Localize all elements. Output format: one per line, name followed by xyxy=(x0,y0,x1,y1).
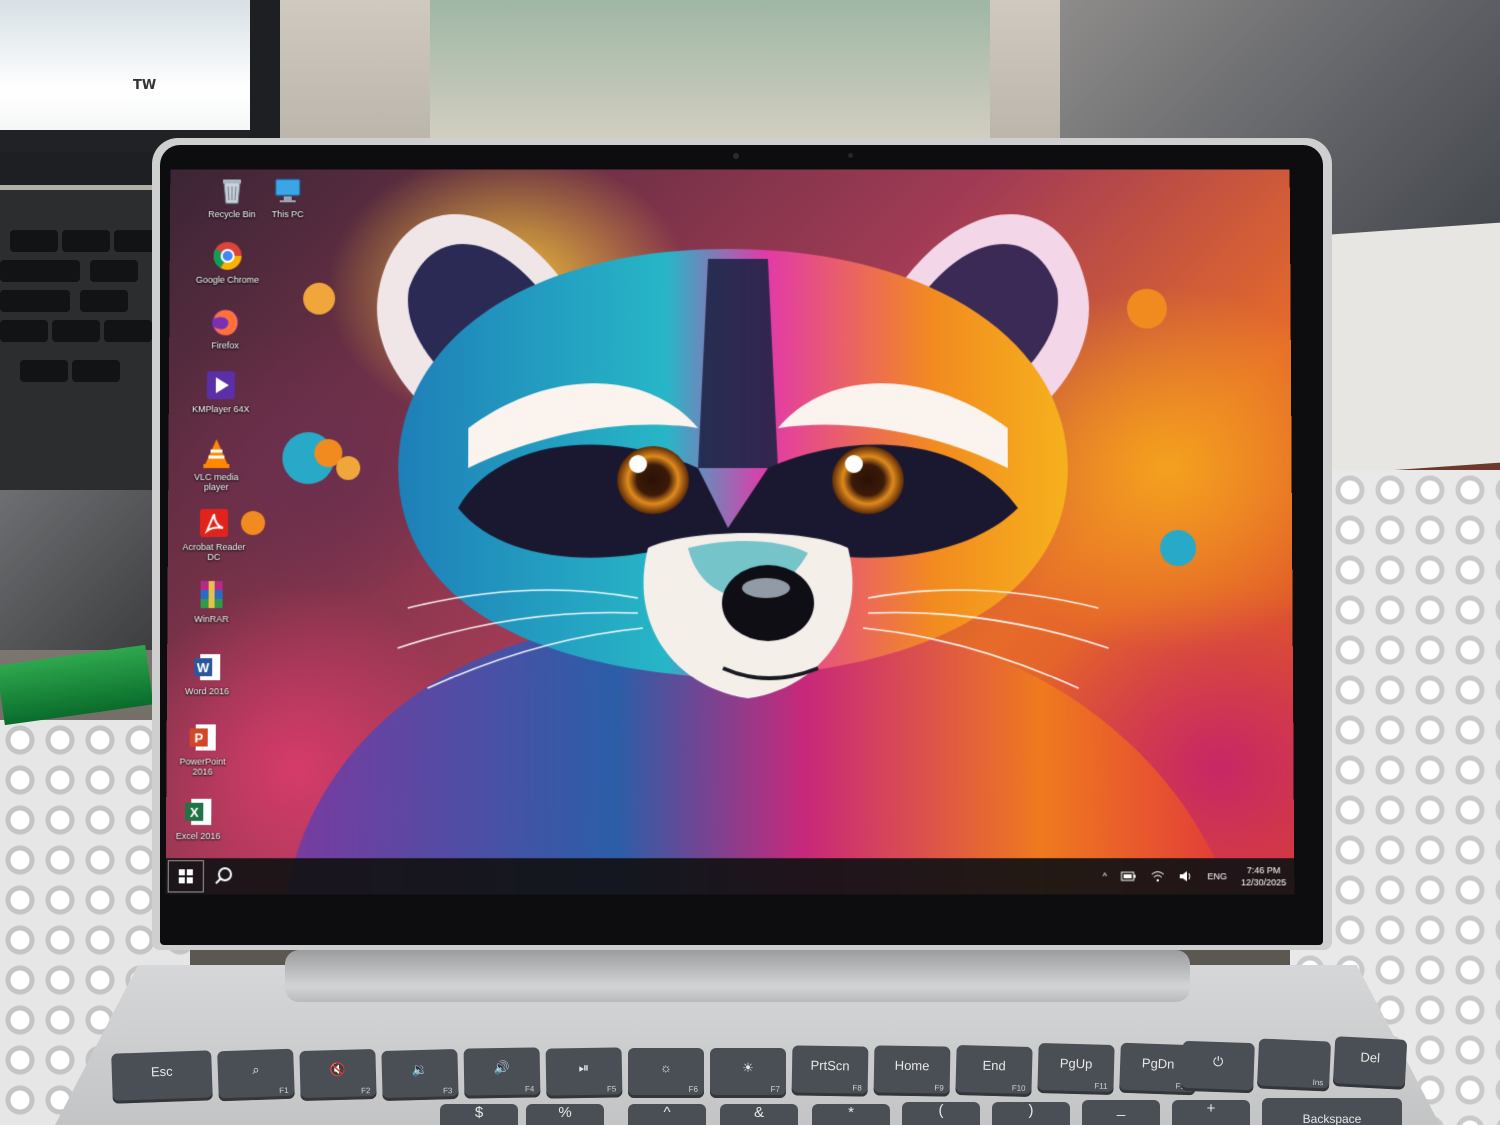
webcam xyxy=(733,153,739,159)
recycle-bin-icon xyxy=(215,174,249,208)
key-backspace[interactable]: Backspace xyxy=(1262,1098,1402,1125)
key-del[interactable]: Del xyxy=(1332,1036,1408,1090)
key-f6[interactable]: ☼ F6 xyxy=(628,1048,704,1098)
desktop-icon-word[interactable]: W Word 2016 xyxy=(175,650,239,696)
firefox-icon xyxy=(208,305,242,339)
green-tube xyxy=(0,644,154,726)
windows-logo-icon xyxy=(178,869,193,884)
key-underscore[interactable]: _ xyxy=(1082,1100,1160,1125)
key-f2[interactable]: 🔇 F2 xyxy=(299,1049,377,1101)
key-dollar[interactable]: $ xyxy=(440,1104,518,1125)
key-power[interactable]: ⏻ xyxy=(1181,1040,1255,1094)
search-icon xyxy=(212,864,236,888)
key-f7[interactable]: ☀ F7 xyxy=(710,1048,786,1098)
desktop-icon-kmplayer[interactable]: KMPlayer 64X xyxy=(189,368,253,414)
search-button[interactable] xyxy=(212,864,236,888)
clock-time: 7:46 PM xyxy=(1246,865,1281,876)
winrar-icon xyxy=(194,578,228,612)
background-laptop-text: TW xyxy=(133,78,157,93)
key-caret[interactable]: ^ xyxy=(628,1104,706,1125)
key-percent[interactable]: % xyxy=(526,1104,604,1125)
laptop-hinge xyxy=(285,950,1190,1002)
kmplayer-icon xyxy=(204,368,238,402)
sensor xyxy=(848,153,853,158)
key-f4[interactable]: 🔊 F4 xyxy=(463,1047,541,1099)
wallpaper-raccoon xyxy=(241,214,1231,895)
svg-text:W: W xyxy=(197,660,210,675)
chrome-icon xyxy=(211,239,245,273)
desktop-icon-recycle-bin[interactable]: Recycle Bin xyxy=(200,174,264,219)
key-f3[interactable]: 🔉 F3 xyxy=(381,1049,459,1101)
key-f10[interactable]: End F10 xyxy=(955,1045,1033,1097)
tray-chevron[interactable]: ^ xyxy=(1103,871,1107,881)
key-f8[interactable]: PrtScn F8 xyxy=(791,1045,869,1097)
clock[interactable]: 7:46 PM 12/30/2025 xyxy=(1241,864,1286,888)
key-f5[interactable]: ⏯ F5 xyxy=(545,1047,623,1099)
system-tray: ^ ENG 7:46 PM 12/30/2025 xyxy=(1103,858,1287,894)
svg-text:X: X xyxy=(190,805,199,820)
background-wall xyxy=(430,0,990,150)
desktop-icon-firefox[interactable]: Firefox xyxy=(193,305,257,350)
language-indicator[interactable]: ENG xyxy=(1207,871,1227,881)
powerpoint-icon: P xyxy=(186,720,220,754)
key-f11[interactable]: PgUp F11 xyxy=(1037,1043,1115,1095)
start-button[interactable] xyxy=(167,860,204,893)
key-esc[interactable]: Esc xyxy=(111,1050,213,1104)
desktop-icon-chrome[interactable]: Google Chrome xyxy=(196,239,260,285)
background-laptop-keyboard xyxy=(0,190,170,530)
key-lparen[interactable]: ( xyxy=(902,1102,980,1125)
word-icon: W xyxy=(190,650,224,684)
battery-icon[interactable] xyxy=(1121,871,1137,881)
vlc-icon xyxy=(199,436,233,470)
clock-date: 12/30/2025 xyxy=(1241,877,1287,888)
background-laptop-base xyxy=(0,490,170,650)
desktop-icon-excel[interactable]: X Excel 2016 xyxy=(166,795,230,841)
desktop-icon-winrar[interactable]: WinRAR xyxy=(179,578,243,624)
desktop-screen: Recycle Bin This PC Google Chrome Firefo… xyxy=(165,169,1295,895)
desktop-icon-area: Recycle Bin This PC Google Chrome Firefo… xyxy=(166,170,304,870)
desktop-icon-powerpoint[interactable]: P PowerPoint 2016 xyxy=(170,720,235,777)
desktop-icon-vlc[interactable]: VLC media player xyxy=(184,436,248,492)
background-laptop-display: TW xyxy=(0,0,250,150)
desktop-icon-acrobat[interactable]: Acrobat Reader DC xyxy=(182,506,246,562)
acrobat-icon xyxy=(197,506,231,540)
key-f1[interactable]: ⌕ F1 xyxy=(217,1048,295,1102)
volume-icon[interactable] xyxy=(1179,870,1193,882)
key-ins[interactable]: Ins xyxy=(1256,1038,1332,1092)
excel-icon: X xyxy=(181,795,215,829)
photo-scene: TW Recycle Bin This PC Google Chrome Fir… xyxy=(0,0,1500,1125)
desktop-icon-this-pc[interactable]: This PC xyxy=(256,174,320,219)
key-f9[interactable]: Home F9 xyxy=(873,1045,951,1097)
key-plus[interactable]: + xyxy=(1172,1100,1250,1125)
wifi-icon[interactable] xyxy=(1151,870,1165,882)
svg-text:P: P xyxy=(194,730,203,745)
key-rparen[interactable]: ) xyxy=(992,1102,1070,1125)
this-pc-icon xyxy=(271,174,305,208)
key-ampersand[interactable]: & xyxy=(720,1104,798,1125)
taskbar: ^ ENG 7:46 PM 12/30/2025 xyxy=(165,858,1295,895)
key-asterisk[interactable]: * xyxy=(812,1104,890,1125)
